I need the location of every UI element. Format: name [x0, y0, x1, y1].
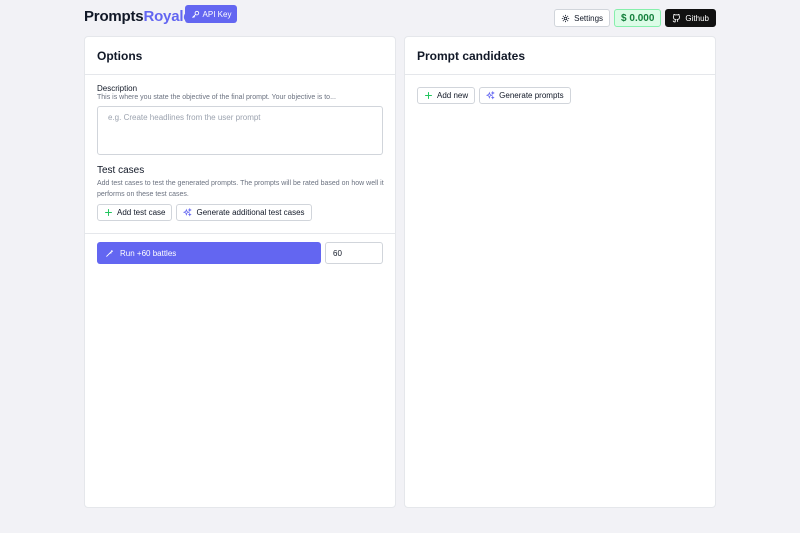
- description-label: Description: [97, 84, 138, 93]
- run-battles-label: Run +60 battles: [120, 248, 177, 258]
- plus-icon: [104, 208, 113, 217]
- api-key-label: API Key: [202, 9, 232, 19]
- add-test-case-button[interactable]: Add test case: [97, 204, 173, 221]
- test-cases-help: Add test cases to test the generated pro…: [97, 180, 384, 198]
- description-help: This is where you state the objective of…: [97, 94, 336, 101]
- test-cases-title: Test cases: [97, 165, 145, 176]
- sparkles-icon: [183, 208, 193, 217]
- generate-test-cases-button[interactable]: Generate additional test cases: [176, 204, 312, 221]
- balance-value: $ 0.000: [621, 12, 655, 24]
- generate-prompts-label: Generate prompts: [499, 91, 564, 100]
- key-icon: [191, 10, 200, 19]
- gear-icon: [561, 14, 570, 23]
- add-new-label: Add new: [437, 91, 469, 100]
- prompt-candidates-panel: Prompt candidates Add new Generate promp…: [404, 36, 716, 508]
- candidates-divider: [405, 74, 715, 75]
- add-test-case-label: Add test case: [117, 208, 166, 217]
- battle-count-input[interactable]: [325, 242, 383, 264]
- api-key-button[interactable]: API Key: [185, 5, 237, 23]
- header-actions: Settings $ 0.000 Github: [554, 9, 716, 27]
- plus-icon: [424, 91, 433, 100]
- options-divider-bottom: [85, 233, 395, 234]
- candidate-actions: Add new Generate prompts: [417, 87, 571, 104]
- wand-icon: [105, 249, 114, 258]
- brand-name-part1: Prompts: [84, 8, 144, 25]
- github-icon: [672, 13, 681, 23]
- balance-badge: $ 0.000: [614, 9, 662, 27]
- generate-prompts-button[interactable]: Generate prompts: [479, 87, 571, 104]
- description-input[interactable]: [97, 106, 383, 155]
- prompt-candidates-title: Prompt candidates: [417, 49, 526, 63]
- github-button[interactable]: Github: [665, 9, 716, 27]
- run-battles-button[interactable]: Run +60 battles: [97, 242, 321, 264]
- generate-test-cases-label: Generate additional test cases: [196, 208, 305, 217]
- sparkles-icon: [486, 91, 495, 100]
- brand-logo: PromptsRoyale: [84, 8, 192, 25]
- options-divider-top: [85, 74, 395, 75]
- options-title: Options: [97, 49, 143, 63]
- app-header: PromptsRoyale API Key Settings $ 0.000 G…: [84, 5, 716, 31]
- settings-label: Settings: [574, 13, 604, 23]
- settings-button[interactable]: Settings: [554, 9, 611, 27]
- test-case-actions: Add test case Generate additional test c…: [97, 204, 312, 221]
- add-new-prompt-button[interactable]: Add new: [417, 87, 476, 104]
- github-label: Github: [685, 13, 709, 23]
- options-panel: Options Description This is where you st…: [84, 36, 396, 508]
